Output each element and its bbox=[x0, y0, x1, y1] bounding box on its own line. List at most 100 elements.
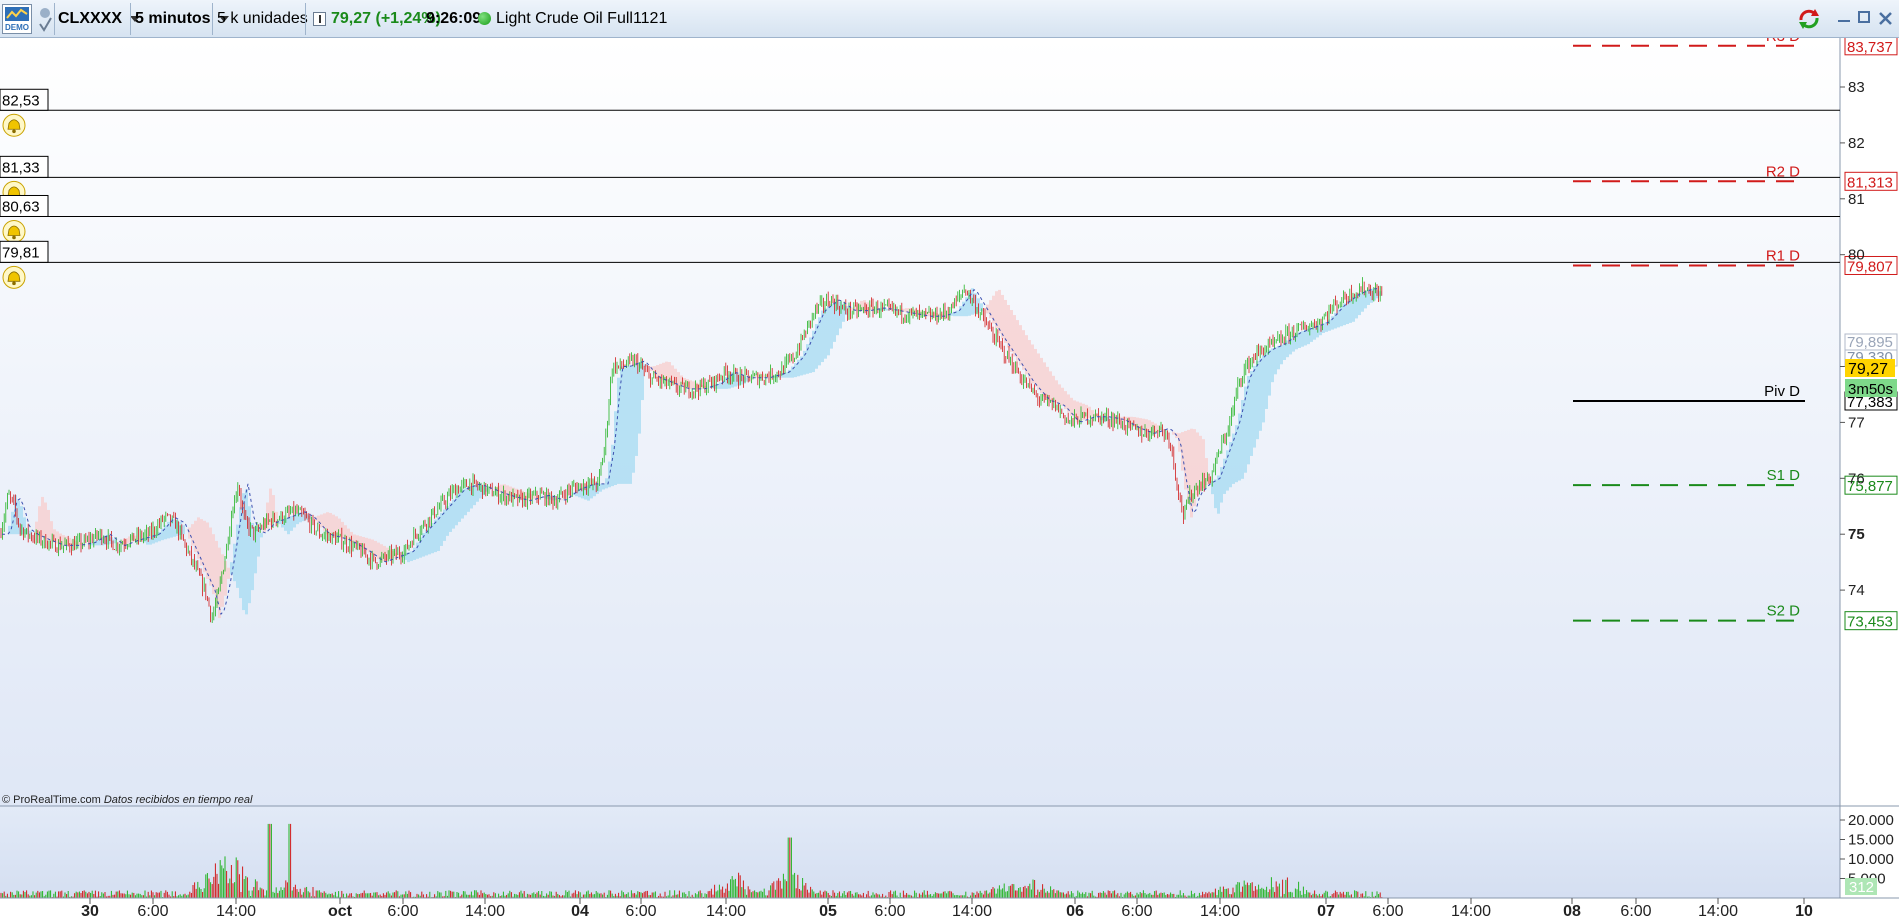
time-tick-label: 04 bbox=[571, 903, 589, 920]
cloud-segment bbox=[1028, 340, 1031, 379]
cloud-segment bbox=[1310, 327, 1313, 342]
cloud-segment bbox=[62, 535, 65, 546]
time-axis-background bbox=[0, 898, 1899, 924]
cloud-segment bbox=[278, 520, 281, 525]
cloud-segment bbox=[1214, 479, 1217, 509]
realtime-note: Datos recibidos en tiempo real bbox=[104, 794, 253, 806]
alert-value: 79,81 bbox=[2, 244, 40, 261]
time-tick-label: 10 bbox=[1795, 903, 1813, 920]
time-tick-label: 14:00 bbox=[465, 903, 505, 920]
cloud-segment bbox=[821, 310, 824, 363]
time-tick-label: 6:00 bbox=[874, 903, 905, 920]
time-tick-label: 14:00 bbox=[1451, 903, 1491, 920]
cloud-segment bbox=[416, 542, 419, 559]
cloud-segment bbox=[44, 502, 47, 539]
pivot-label-s1: S1 D bbox=[1767, 467, 1801, 484]
copyright-text: © ProRealTime.com Datos recibidos en tie… bbox=[2, 794, 253, 806]
toolbar-separator bbox=[54, 3, 55, 35]
volume-tick-label: 20.000 bbox=[1848, 812, 1894, 829]
cloud-segment bbox=[260, 533, 263, 538]
cloud-segment bbox=[620, 366, 623, 484]
cloud-segment bbox=[1367, 289, 1370, 306]
pivot-label-s2: S2 D bbox=[1767, 603, 1801, 620]
price-chart[interactable]: R3 D83,737R2 D81,313R1 D79,807Piv D77,38… bbox=[0, 38, 1899, 924]
cloud-segment bbox=[320, 514, 323, 528]
cloud-segment bbox=[998, 289, 1001, 334]
cloud-segment bbox=[1301, 331, 1304, 347]
countdown-box: 3m50s bbox=[1845, 379, 1897, 398]
cloud-segment bbox=[224, 561, 227, 596]
cloud-segment bbox=[377, 542, 380, 560]
cloud-segment bbox=[1337, 309, 1340, 328]
cloud-segment bbox=[1298, 332, 1301, 349]
time-tick-label: 14:00 bbox=[216, 903, 256, 920]
cloud-segment bbox=[1274, 347, 1277, 375]
minimize-icon[interactable] bbox=[1835, 8, 1853, 28]
cloud-segment bbox=[1286, 340, 1289, 358]
refresh-icon[interactable] bbox=[1796, 6, 1822, 32]
cloud-segment bbox=[461, 489, 464, 519]
cloud-segment bbox=[989, 300, 992, 319]
toolbar-separator bbox=[305, 3, 306, 35]
link-icon[interactable] bbox=[38, 4, 52, 34]
cloud-segment bbox=[209, 527, 212, 586]
cloud-segment bbox=[1277, 345, 1280, 370]
cloud-segment bbox=[1229, 441, 1232, 488]
cloud-segment bbox=[1250, 370, 1253, 456]
price-tick-label: 75 bbox=[1848, 526, 1865, 543]
price-change: 79,27 (+1,24%) bbox=[331, 4, 441, 34]
cloud-segment bbox=[1349, 299, 1352, 323]
time-tick-label: 30 bbox=[81, 903, 99, 920]
cloud-segment bbox=[1217, 475, 1220, 514]
cloud-segment bbox=[1031, 344, 1034, 384]
cloud-segment bbox=[1271, 348, 1274, 383]
time-tick-label: oct bbox=[328, 903, 353, 920]
time-axis: 30 6:00 14:00 oct 6:00 14:00 04 6:00 14:00 05 6:00… bbox=[0, 897, 1899, 924]
cloud-segment bbox=[629, 365, 632, 484]
cloud-segment bbox=[785, 372, 788, 378]
cloud-segment bbox=[734, 373, 737, 387]
cloud-segment bbox=[287, 517, 290, 535]
cloud-segment bbox=[797, 359, 800, 377]
pivot-value-r2: 81,313 bbox=[1847, 174, 1893, 191]
cloud-segment bbox=[605, 478, 608, 489]
info-icon[interactable] bbox=[313, 12, 326, 26]
cloud-segment bbox=[188, 527, 191, 539]
cloud-segment bbox=[425, 529, 428, 556]
cloud-segment bbox=[1172, 431, 1175, 435]
alert-value: 82,53 bbox=[2, 92, 40, 109]
cloud-segment bbox=[1061, 387, 1064, 406]
pivot-value-r3: 83,737 bbox=[1847, 39, 1893, 56]
time-tick-label: 6:00 bbox=[387, 903, 418, 920]
cloud-segment bbox=[1037, 353, 1040, 390]
demo-icon: DEMO bbox=[5, 7, 29, 32]
cloud-segment bbox=[1058, 384, 1061, 405]
bell-icon bbox=[2, 113, 26, 137]
cloud-segment bbox=[1352, 296, 1355, 322]
cloud-segment bbox=[1007, 305, 1010, 348]
cloud-segment bbox=[689, 380, 692, 389]
cloud-segment bbox=[887, 308, 890, 311]
cloud-segment bbox=[590, 484, 593, 499]
price-tick-label: 81 bbox=[1848, 191, 1865, 208]
cloud-segment bbox=[1268, 349, 1271, 396]
units-selector[interactable]: 5 k unidades bbox=[217, 4, 326, 34]
instrument-selector[interactable]: CLXXXX bbox=[58, 4, 141, 34]
cloud-segment bbox=[236, 524, 239, 588]
time-tick-label: 6:00 bbox=[1121, 903, 1152, 920]
close-icon[interactable] bbox=[1877, 8, 1895, 28]
cloud-segment bbox=[1259, 358, 1262, 431]
maximize-icon[interactable] bbox=[1856, 8, 1874, 28]
cloud-segment bbox=[290, 515, 293, 531]
price-tick-label: 76 bbox=[1848, 470, 1865, 487]
timeframe-selector[interactable]: 5 minutos bbox=[135, 4, 229, 34]
time-tick-label: 05 bbox=[819, 903, 837, 920]
cloud-segment bbox=[1304, 329, 1307, 346]
cloud-segment bbox=[824, 308, 827, 359]
cloud-segment bbox=[593, 483, 596, 497]
cloud-segment bbox=[1049, 371, 1052, 402]
cloud-segment bbox=[830, 303, 833, 349]
cloud-segment bbox=[638, 362, 641, 434]
chart-toolbar: DEMO CLXXXX 5 minutos 5 k unidades 79,27… bbox=[0, 0, 1899, 38]
cloud-segment bbox=[623, 366, 626, 484]
